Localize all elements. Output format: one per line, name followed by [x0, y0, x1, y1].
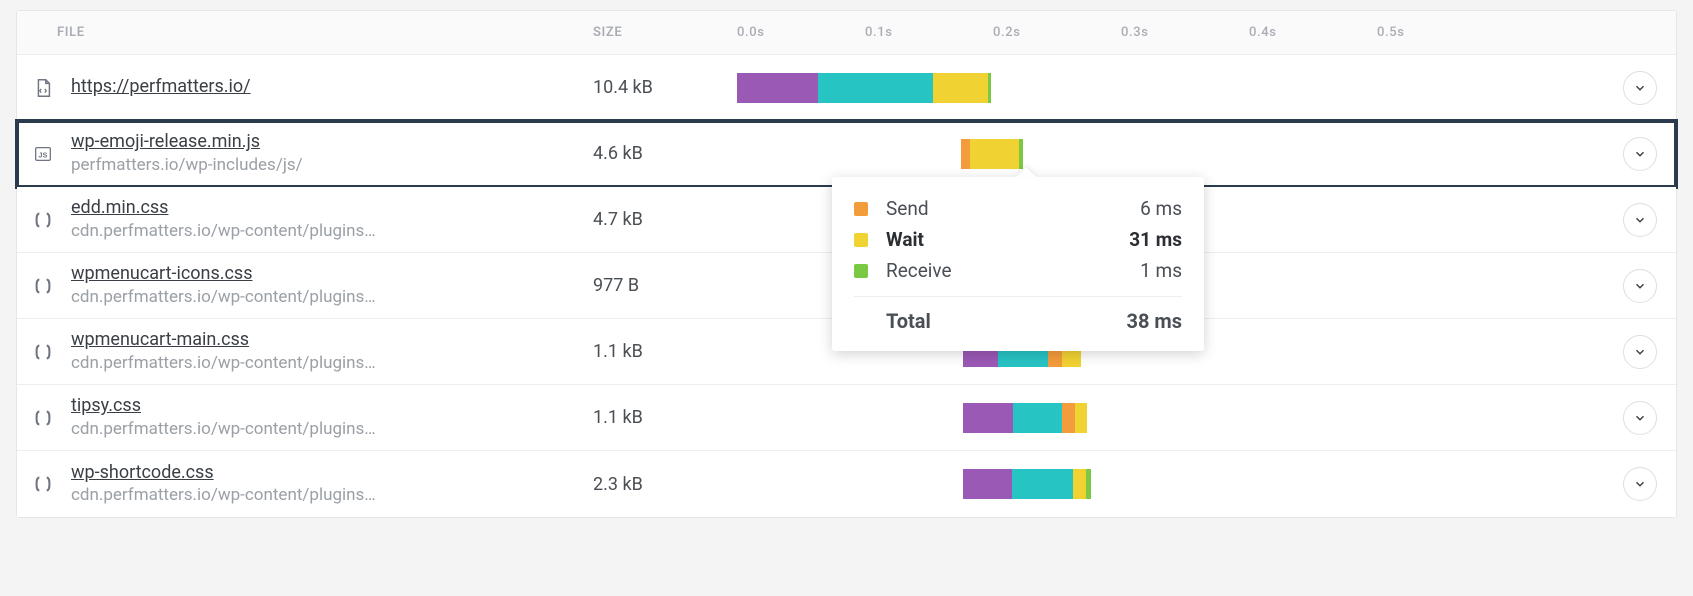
request-url[interactable]: wpmenucart-icons.css — [71, 263, 376, 286]
waterfall-panel: FILE SIZE 0.0s 0.1s 0.2s 0.3s 0.4s 0.5s — [16, 10, 1677, 518]
timing-bar[interactable] — [709, 398, 1604, 438]
request-host: cdn.perfmatters.io/wp-content/plugins… — [71, 418, 376, 440]
request-url[interactable]: wp-emoji-release.min.js — [71, 131, 303, 154]
expand-button[interactable] — [1623, 335, 1657, 369]
request-size: 977 B — [589, 275, 709, 296]
tick: 0.2s — [993, 25, 1121, 40]
tooltip-total-value: 38 ms — [1126, 309, 1182, 333]
tooltip-row: Send 6 ms — [854, 193, 1182, 224]
request-url[interactable]: wp-shortcode.css — [71, 462, 376, 485]
request-row[interactable]: tipsy.css cdn.perfmatters.io/wp-content/… — [17, 385, 1676, 451]
css-file-icon — [31, 406, 55, 430]
request-url[interactable]: tipsy.css — [71, 395, 376, 418]
chevron-down-icon — [1633, 81, 1647, 95]
tooltip-separator — [854, 296, 1182, 297]
tooltip-total-label: Total — [854, 309, 1126, 333]
timing-tooltip: Send 6 ms Wait 31 ms Receive 1 ms Total … — [832, 177, 1204, 351]
swatch-receive — [854, 264, 868, 278]
tooltip-total: Total 38 ms — [854, 305, 1182, 333]
tooltip-label: Send — [886, 197, 1140, 220]
tooltip-row: Receive 1 ms — [854, 255, 1182, 286]
css-file-icon — [31, 274, 55, 298]
request-size: 1.1 kB — [589, 407, 709, 428]
expand-button[interactable] — [1623, 137, 1657, 171]
request-host: cdn.perfmatters.io/wp-content/plugins… — [71, 286, 376, 308]
svg-text:JS: JS — [38, 150, 47, 159]
css-file-icon — [31, 472, 55, 496]
column-header: FILE SIZE 0.0s 0.1s 0.2s 0.3s 0.4s 0.5s — [17, 11, 1676, 55]
tooltip-value: 6 ms — [1140, 197, 1182, 220]
request-url[interactable]: edd.min.css — [71, 197, 376, 220]
tooltip-value: 31 ms — [1129, 228, 1182, 251]
chevron-down-icon — [1633, 477, 1647, 491]
tooltip-label: Receive — [886, 259, 1140, 282]
tick: 0.0s — [737, 25, 865, 40]
expand-button[interactable] — [1623, 467, 1657, 501]
chevron-down-icon — [1633, 345, 1647, 359]
header-file: FILE — [17, 25, 589, 40]
html-file-icon — [31, 76, 55, 100]
request-url[interactable]: wpmenucart-main.css — [71, 329, 376, 352]
css-file-icon — [31, 208, 55, 232]
chevron-down-icon — [1633, 147, 1647, 161]
request-row[interactable]: wp-shortcode.css cdn.perfmatters.io/wp-c… — [17, 451, 1676, 517]
tick: 0.3s — [1121, 25, 1249, 40]
request-url[interactable]: https://perfmatters.io/ — [71, 76, 251, 99]
swatch-wait — [854, 233, 868, 247]
request-host: cdn.perfmatters.io/wp-content/plugins… — [71, 484, 376, 506]
expand-button[interactable] — [1623, 71, 1657, 105]
tick: 0.1s — [865, 25, 993, 40]
request-size: 2.3 kB — [589, 474, 709, 495]
tooltip-row: Wait 31 ms — [854, 224, 1182, 255]
timing-bar[interactable] — [709, 464, 1604, 504]
timing-bar[interactable] — [709, 68, 1604, 108]
js-file-icon: JS — [31, 142, 55, 166]
tick: 0.4s — [1249, 25, 1377, 40]
request-host: cdn.perfmatters.io/wp-content/plugins… — [71, 220, 376, 242]
request-size: 4.6 kB — [589, 143, 709, 164]
request-size: 4.7 kB — [589, 209, 709, 230]
chevron-down-icon — [1633, 279, 1647, 293]
expand-button[interactable] — [1623, 269, 1657, 303]
request-host: perfmatters.io/wp-includes/js/ — [71, 154, 303, 176]
tooltip-value: 1 ms — [1140, 259, 1182, 282]
request-size: 10.4 kB — [589, 77, 709, 98]
css-file-icon — [31, 340, 55, 364]
swatch-send — [854, 202, 868, 216]
tooltip-label: Wait — [886, 228, 1129, 251]
request-row[interactable]: https://perfmatters.io/ 10.4 kB — [17, 55, 1676, 121]
request-host: cdn.perfmatters.io/wp-content/plugins… — [71, 352, 376, 374]
header-size: SIZE — [589, 25, 709, 40]
expand-button[interactable] — [1623, 203, 1657, 237]
tick: 0.5s — [1377, 25, 1505, 40]
request-size: 1.1 kB — [589, 341, 709, 362]
expand-button[interactable] — [1623, 401, 1657, 435]
chevron-down-icon — [1633, 411, 1647, 425]
timing-bar[interactable] — [709, 134, 1604, 174]
chevron-down-icon — [1633, 213, 1647, 227]
